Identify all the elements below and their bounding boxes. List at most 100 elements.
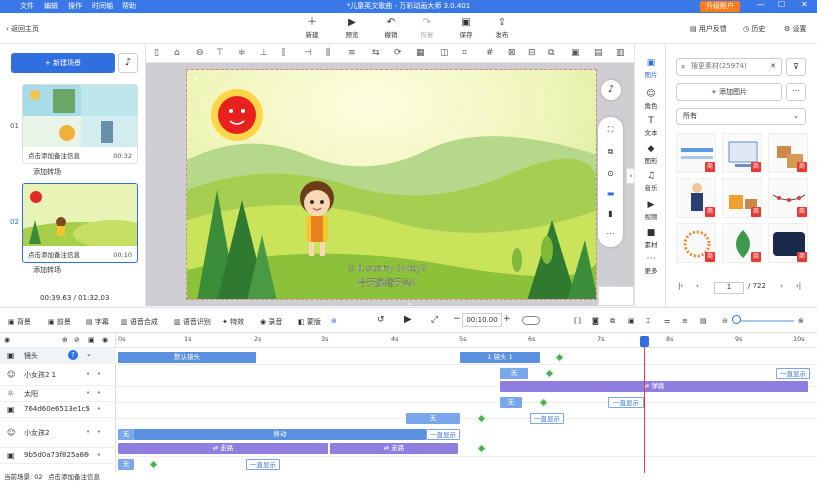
page-input[interactable]: 1 bbox=[714, 282, 744, 294]
group-icon[interactable]: ▦ bbox=[416, 48, 425, 58]
tool-mask[interactable]: ◧ 蒙版 bbox=[298, 317, 321, 327]
time-ruler[interactable]: 0s 1s 2s 3s 4s 5s 6s 7s 8s 9s 10s bbox=[116, 334, 817, 348]
distribute-h-icon[interactable]: ⫼ bbox=[326, 48, 330, 58]
distribute-v-icon[interactable]: ≡ bbox=[348, 48, 356, 58]
adjust-icon[interactable]: ⚌ bbox=[664, 317, 670, 325]
track-bar-jump[interactable]: ⇄ 弹跳 bbox=[500, 381, 808, 392]
history-link[interactable]: ◷ 历史 bbox=[743, 24, 765, 34]
tool-record[interactable]: ◉ 录音 bbox=[260, 317, 282, 327]
track-bar-move[interactable]: 移动 bbox=[134, 429, 426, 440]
publish-button[interactable]: ⇪ 发布 bbox=[487, 16, 517, 39]
zoom-slider[interactable] bbox=[736, 320, 794, 322]
asset-item[interactable]: 商 bbox=[676, 178, 716, 218]
category-select[interactable]: 所有 ⌄ bbox=[676, 108, 806, 125]
layer-row[interactable]: ☼ 太阳 • • bbox=[0, 386, 116, 402]
asset-item[interactable]: 商 bbox=[722, 223, 762, 263]
add-icon[interactable]: ⊕ bbox=[62, 336, 68, 344]
more-options-button[interactable]: ⋯ bbox=[786, 83, 806, 101]
subtitle-chinese[interactable]: 今天是晴天吗? bbox=[357, 277, 417, 289]
save-button[interactable]: ▣ 保存 bbox=[451, 16, 481, 39]
asset-item[interactable]: 商 bbox=[768, 178, 808, 218]
unlink-icon[interactable]: ⊟ bbox=[528, 48, 536, 58]
layer-toggles[interactable]: • • bbox=[86, 370, 101, 378]
delete-icon[interactable]: ▤ bbox=[594, 48, 603, 58]
track-bar[interactable]: 无 bbox=[500, 397, 522, 408]
layer-row[interactable]: ▣ 9b5d0a73f825a86 • • bbox=[0, 448, 116, 464]
layer-toggles[interactable]: • • bbox=[86, 389, 101, 397]
desktop-icon[interactable]: ▬ bbox=[598, 189, 623, 198]
asset-item[interactable]: 商 bbox=[768, 133, 808, 173]
align-top-icon[interactable]: ⊤ bbox=[216, 48, 224, 58]
nav-material[interactable]: ■ 素材 bbox=[635, 228, 667, 249]
zoom-in-icon[interactable]: ⊕ bbox=[798, 317, 804, 325]
playhead-handle[interactable] bbox=[640, 336, 649, 347]
grid-icon[interactable]: # bbox=[486, 48, 494, 58]
nav-music[interactable]: ♫ 音乐 bbox=[635, 171, 667, 192]
track-bar[interactable]: 无 bbox=[500, 368, 528, 379]
layer-row-camera[interactable]: ▣ 镜头 ? ⌄ bbox=[0, 348, 116, 364]
next-page-icon[interactable]: › bbox=[780, 282, 783, 290]
ungroup-icon[interactable]: ⊠ bbox=[508, 48, 516, 58]
scene-card-02[interactable]: 点击添加备注信息 00:10 bbox=[22, 183, 138, 263]
minus-icon[interactable]: − bbox=[453, 314, 461, 324]
music-note-icon[interactable]: ♪ bbox=[118, 53, 138, 73]
rotate-icon[interactable]: ⟳ bbox=[394, 48, 402, 58]
scene-note[interactable]: 点击添加备注信息 bbox=[28, 150, 80, 160]
add-image-button[interactable]: + 添加图片 bbox=[676, 83, 782, 101]
track-bar-camera[interactable]: 1 镜头 1 bbox=[460, 352, 540, 363]
scene-card-01[interactable]: 点击添加备注信息 00:32 bbox=[22, 84, 138, 164]
track-bar[interactable]: 一直显示 bbox=[426, 429, 460, 440]
scene-note[interactable]: 点击添加备注信息 bbox=[28, 249, 80, 259]
track-bar[interactable]: 无 bbox=[118, 429, 134, 440]
paste-icon[interactable]: ▣ bbox=[628, 317, 635, 325]
nav-text[interactable]: T 文本 bbox=[635, 116, 667, 137]
search-box[interactable]: ⌕ ✕ bbox=[676, 58, 782, 76]
help-icon[interactable]: ? bbox=[68, 350, 78, 360]
align-bottom-icon[interactable]: ⊥ bbox=[260, 48, 268, 58]
status-note[interactable]: 点击添加备注信息 bbox=[48, 473, 100, 481]
align-right-icon[interactable]: ⊣ bbox=[304, 48, 312, 58]
clear-icon[interactable]: ✕ bbox=[770, 62, 776, 70]
nav-more[interactable]: ⋯ 更多 bbox=[635, 254, 667, 275]
first-page-icon[interactable]: |‹ bbox=[678, 282, 683, 290]
tool-asr[interactable]: ▥ 语音识别 bbox=[174, 317, 211, 327]
track-bar-walk[interactable]: ⇄ 走路 bbox=[118, 443, 328, 454]
flip-icon[interactable]: ⇆ bbox=[372, 48, 380, 58]
track-bar-walk[interactable]: ⇄ 走路 bbox=[330, 443, 458, 454]
fullscreen-icon[interactable]: ⛶ bbox=[598, 125, 623, 135]
undo-button[interactable]: ↶ 撤销 bbox=[376, 16, 406, 39]
feedback-link[interactable]: ▤ 用户反馈 bbox=[690, 24, 727, 34]
minimize-icon[interactable]: — bbox=[757, 0, 765, 9]
expand-icon[interactable]: ⤢ bbox=[431, 315, 438, 325]
timeline-tracks[interactable] bbox=[116, 348, 817, 473]
visibility-icon[interactable]: ◉ bbox=[102, 336, 108, 344]
stage[interactable]: 1 Is it sunny today? 今天是晴天吗? bbox=[186, 69, 597, 300]
back-home-link[interactable]: ‹ 返回主页 bbox=[6, 24, 39, 34]
track-bar[interactable]: 无 bbox=[406, 413, 460, 424]
new-button[interactable]: ＋ 新建 bbox=[297, 16, 327, 39]
split-icon[interactable]: ⌶ bbox=[646, 317, 650, 326]
toggle-switch[interactable] bbox=[522, 316, 540, 325]
maximize-icon[interactable]: ☐ bbox=[778, 0, 785, 9]
rotate-screen-icon[interactable]: ⧉ bbox=[598, 147, 623, 157]
layer-icon[interactable]: ◫ bbox=[440, 48, 449, 58]
fit-icon[interactable]: ⟦⟧ bbox=[574, 317, 581, 325]
asset-item[interactable]: 商 bbox=[676, 223, 716, 263]
upgrade-button[interactable]: 升级账户 bbox=[700, 1, 740, 12]
tool-effects[interactable]: ✦ 特效 bbox=[222, 317, 244, 327]
close-icon[interactable]: ✕ bbox=[801, 0, 808, 9]
align-middle-icon[interactable]: ≑ bbox=[238, 48, 246, 58]
preview-button[interactable]: ▶ 预览 bbox=[337, 16, 367, 39]
align-left-icon[interactable]: ▯ bbox=[154, 48, 159, 58]
nav-shape[interactable]: ◆ 图形 bbox=[635, 144, 667, 165]
zoom-out-icon[interactable]: ⊖ bbox=[722, 317, 728, 325]
asset-item[interactable]: 商 bbox=[722, 133, 762, 173]
layer-toggles[interactable]: • • bbox=[86, 451, 101, 459]
mini-thumbnail[interactable] bbox=[598, 286, 634, 306]
asset-item[interactable]: 商 bbox=[676, 133, 716, 173]
nav-image[interactable]: ▣ 图片 bbox=[635, 58, 667, 79]
asset-item[interactable]: 商 bbox=[768, 223, 808, 263]
music-note-icon[interactable]: ♪ bbox=[601, 80, 621, 100]
lock-icon[interactable]: ⊙ bbox=[598, 169, 623, 178]
play-icon[interactable]: ▶ bbox=[404, 314, 412, 325]
